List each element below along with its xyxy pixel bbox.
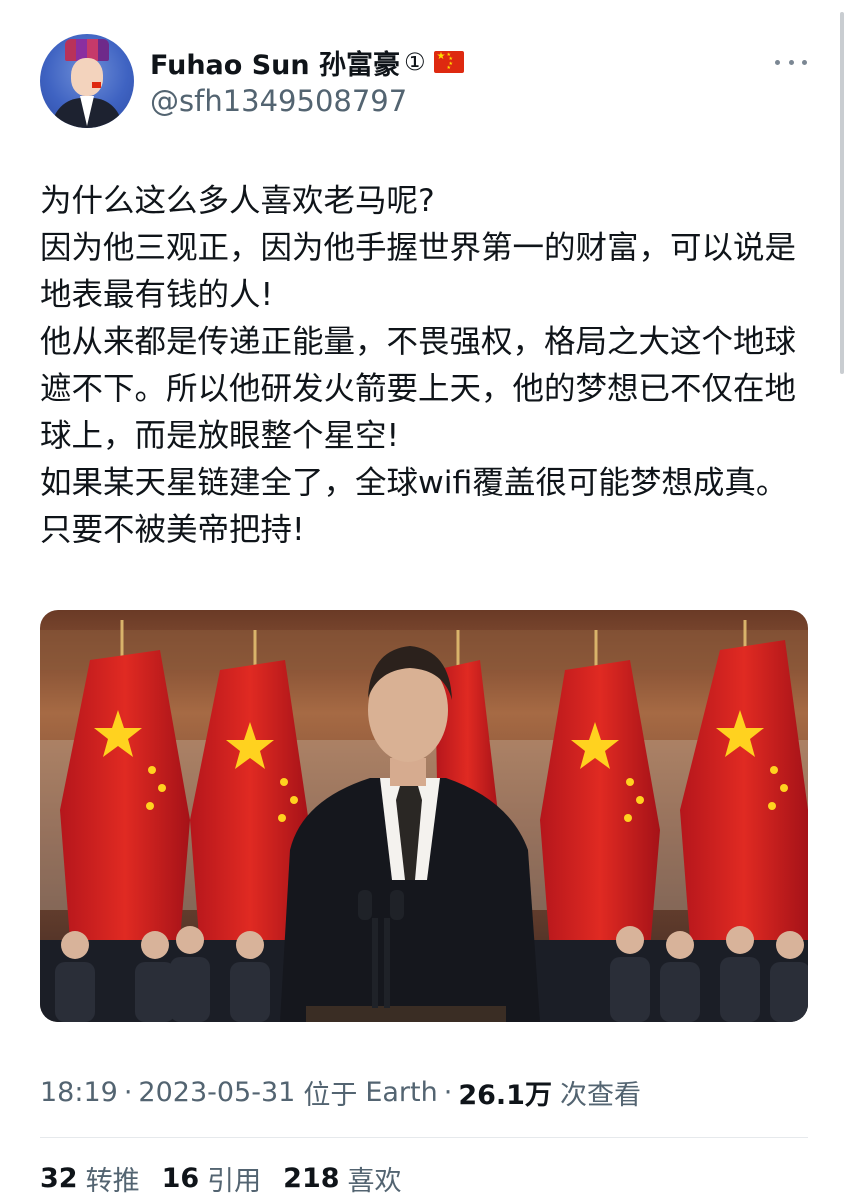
like-stat[interactable]: 218 喜欢 xyxy=(283,1159,401,1198)
tweet-date[interactable]: 2023-05-31 xyxy=(138,1077,295,1108)
circled-one-badge: ① xyxy=(404,48,426,76)
tweet-paragraph: 他从来都是传递正能量，不畏强权，格局之大这个地球遮不下。所以他研发火箭要上天，他… xyxy=(40,324,797,454)
scrollbar[interactable] xyxy=(840,12,844,374)
more-options-icon[interactable] xyxy=(775,52,807,72)
like-count: 218 xyxy=(283,1162,340,1194)
tweet-metadata: 18:19 · 2023-05-31 位于 Earth · 26.1万 次查看 xyxy=(40,1068,641,1116)
tweet-paragraph: 因为他三观正，因为他手握世界第一的财富，可以说是地表最有钱的人! xyxy=(40,230,797,313)
quote-stat[interactable]: 16 引用 xyxy=(162,1159,262,1198)
author-display-name[interactable]: Fuhao Sun 孙富豪 xyxy=(150,43,400,82)
avatar-face xyxy=(71,58,103,96)
tweet-location: Earth xyxy=(365,1076,438,1108)
photo-speaker-with-flags xyxy=(40,610,808,1022)
retweet-stat[interactable]: 32 转推 xyxy=(40,1159,140,1198)
view-count-label: 次查看 xyxy=(559,1079,641,1111)
quote-label: 引用 xyxy=(207,1165,262,1197)
tweet-paragraph: 如果某天星链建全了，全球wifi覆盖很可能梦想成真。只要不被美帝把持! xyxy=(40,465,788,548)
retweet-count: 32 xyxy=(40,1162,78,1194)
meta-separator: · xyxy=(123,1076,133,1108)
quote-count: 16 xyxy=(161,1162,200,1194)
location-prefix: 位于 xyxy=(303,1079,358,1111)
avatar-flag-sticker xyxy=(92,82,101,88)
tweet-time[interactable]: 18:19 xyxy=(40,1077,118,1108)
engagement-stats: 32 转推 16 引用 218 喜欢 xyxy=(40,1156,424,1200)
retweet-label: 转推 xyxy=(85,1165,140,1197)
author-name-row[interactable]: Fuhao Sun 孙富豪 ① ★ ★ ★ ★ ★ xyxy=(150,43,464,82)
like-label: 喜欢 xyxy=(347,1165,402,1197)
tweet-media-photo[interactable] xyxy=(40,610,808,1022)
meta-separator: · xyxy=(443,1076,453,1108)
tweet-paragraph: 为什么这么多人喜欢老马呢? xyxy=(40,183,435,219)
divider xyxy=(40,1137,808,1138)
tweet-text: 为什么这么多人喜欢老马呢? 因为他三观正，因为他手握世界第一的财富，可以说是地表… xyxy=(40,178,816,554)
china-flag-icon: ★ ★ ★ ★ ★ xyxy=(433,51,464,73)
view-count[interactable]: 26.1万 xyxy=(458,1073,552,1112)
author-handle[interactable]: @sfh1349508797 xyxy=(150,84,407,118)
avatar[interactable] xyxy=(40,34,134,128)
tweet-header: Fuhao Sun 孙富豪 ① ★ ★ ★ ★ ★ @sfh1349508797 xyxy=(40,34,810,130)
